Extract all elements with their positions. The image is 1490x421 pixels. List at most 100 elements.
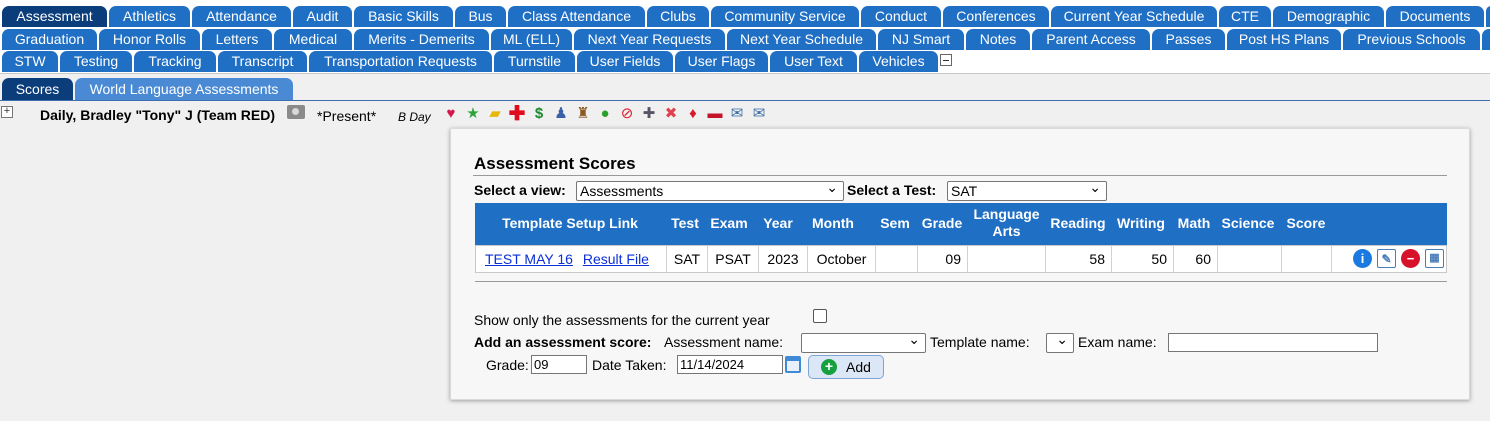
exam-name-label: Exam name: (1078, 334, 1157, 350)
cancel-icon[interactable]: ✖ (661, 104, 681, 124)
col-exam: Exam (710, 215, 748, 231)
tab-letters[interactable]: Letters (202, 29, 272, 50)
tab-user-fields[interactable]: User Fields (577, 51, 673, 72)
car-icon[interactable]: ▬ (705, 104, 725, 124)
tab-documents[interactable]: Documents (1386, 6, 1484, 27)
tab-graduation[interactable]: Graduation (2, 29, 97, 50)
tab-vehicles[interactable]: Vehicles (859, 51, 938, 72)
subtab-scores[interactable]: Scores (2, 78, 73, 100)
subtab-divider (0, 100, 1490, 101)
subtab-world-language-assessments[interactable]: World Language Assessments (75, 78, 293, 100)
assessment-scores-panel: Assessment Scores Select a view: Assessm… (450, 128, 1470, 400)
collapse-tabs-icon[interactable] (940, 54, 952, 66)
heart-icon[interactable]: ♥ (441, 104, 461, 124)
cell-test: SAT (667, 246, 708, 272)
col-writing: Writing (1117, 215, 1165, 231)
date-taken-field[interactable] (677, 355, 783, 374)
no-entry-icon[interactable]: ⊘ (617, 104, 637, 124)
star-icon[interactable]: ★ (463, 104, 483, 124)
tab-parent-access[interactable]: Parent Access (1032, 29, 1150, 50)
cell-year: 2023 (759, 246, 808, 272)
tab-tracking[interactable]: Tracking (134, 51, 216, 72)
tab-notes[interactable]: Notes (966, 29, 1030, 50)
tab-stw[interactable]: STW (2, 51, 58, 72)
tab-medical[interactable]: Medical (274, 29, 352, 50)
tab-user-flags[interactable]: User Flags (675, 51, 768, 72)
grade-date-row: Grade: Date Taken: + Add (486, 355, 986, 379)
delete-icon[interactable]: − (1401, 249, 1420, 268)
col-year: Year (763, 215, 793, 231)
expand-icon[interactable]: + (1, 106, 13, 118)
tab-turnstile[interactable]: Turnstile (494, 51, 575, 72)
speech-bubble-icon[interactable]: ● (595, 104, 615, 124)
medical-cross-icon[interactable]: ✚ (507, 104, 527, 124)
info-icon[interactable]: i (1353, 249, 1372, 268)
tab-overflow-2[interactable] (1482, 29, 1490, 50)
view-label: Select a view: (474, 182, 566, 198)
exam-name-field[interactable] (1168, 333, 1378, 352)
add-button[interactable]: + Add (808, 355, 884, 379)
module-tab-bar: Assessment Athletics Attendance Audit Ba… (0, 0, 1490, 74)
tab-assessment[interactable]: Assessment (2, 6, 107, 27)
date-picker-icon[interactable] (785, 356, 801, 373)
cell-reading: 58 (1046, 246, 1112, 272)
tab-post-hs-plans[interactable]: Post HS Plans (1227, 29, 1341, 50)
cell-template: TEST MAY 16 Result File (476, 246, 667, 272)
email-x-icon[interactable]: ✉ (749, 104, 769, 124)
email-check-icon[interactable]: ✉ (727, 104, 747, 124)
cell-grade: 09 (918, 246, 968, 272)
tab-bus[interactable]: Bus (455, 6, 506, 27)
tab-honor-rolls[interactable]: Honor Rolls (99, 29, 200, 50)
tab-attendance[interactable]: Attendance (192, 6, 291, 27)
template-name-select[interactable] (1046, 330, 1074, 353)
result-file-link[interactable]: Result File (583, 251, 649, 267)
tab-class-attendance[interactable]: Class Attendance (508, 6, 645, 27)
col-math: Math (1177, 215, 1211, 231)
tab-current-year-schedule[interactable]: Current Year Schedule (1051, 6, 1217, 27)
template-link[interactable]: TEST MAY 16 (485, 251, 573, 267)
camera-icon[interactable] (287, 105, 305, 119)
tab-audit[interactable]: Audit (293, 6, 352, 27)
tab-ml-ell[interactable]: ML (ELL) (491, 29, 572, 50)
dollar-icon[interactable]: $ (529, 104, 549, 124)
student-flag-icons: ♥ ★ ▰ ✚ $ ♟ ♜ ● ⊘ ✚ ✖ ♦ ▬ ✉ ✉ (441, 104, 769, 124)
cell-writing: 50 (1112, 246, 1174, 272)
folder-icon[interactable]: ▰ (485, 104, 505, 124)
tab-demographic[interactable]: Demographic (1273, 6, 1384, 27)
plus-icon[interactable]: ✚ (639, 104, 659, 124)
tab-merits-demerits[interactable]: Merits - Demerits (354, 29, 489, 50)
tab-user-text[interactable]: User Text (770, 51, 857, 72)
tab-basic-skills[interactable]: Basic Skills (354, 6, 453, 27)
cell-month: October (808, 246, 876, 272)
tab-clubs[interactable]: Clubs (647, 6, 709, 27)
tab-nj-smart[interactable]: NJ Smart (878, 29, 964, 50)
current-year-checkbox[interactable] (813, 309, 827, 323)
tab-conferences[interactable]: Conferences (943, 6, 1049, 27)
tab-next-year-requests[interactable]: Next Year Requests (574, 29, 725, 50)
tab-conduct[interactable]: Conduct (861, 6, 941, 27)
tab-athletics[interactable]: Athletics (109, 6, 190, 27)
plus-icon: + (821, 359, 837, 375)
tab-passes[interactable]: Passes (1152, 29, 1225, 50)
calendar-icon[interactable]: ▦ (1425, 249, 1444, 268)
tab-testing[interactable]: Testing (60, 51, 132, 72)
test-select[interactable]: SAT (947, 178, 1107, 201)
tab-cte[interactable]: CTE (1219, 6, 1271, 27)
student-name[interactable]: Daily, Bradley "Tony" J (Team RED) (40, 107, 275, 123)
title-divider (473, 175, 1447, 176)
edit-icon[interactable]: ✎ (1377, 249, 1396, 268)
tab-overflow[interactable] (1486, 6, 1490, 27)
tab-previous-schools[interactable]: Previous Schools (1343, 29, 1480, 50)
assessment-name-select[interactable] (801, 330, 926, 353)
add-assessment-row: Add an assessment score: Assessment name… (474, 330, 1454, 353)
person-icon[interactable]: ♟ (551, 104, 571, 124)
view-select[interactable]: Assessments (576, 178, 844, 201)
grade-field[interactable] (531, 355, 587, 374)
tab-community-service[interactable]: Community Service (711, 6, 859, 27)
tab-transportation-requests[interactable]: Transportation Requests (309, 51, 492, 72)
tab-next-year-schedule[interactable]: Next Year Schedule (727, 29, 876, 50)
card-icon[interactable]: ♦ (683, 104, 703, 124)
col-template-setup-link: Template Setup Link (502, 215, 638, 231)
tab-transcript[interactable]: Transcript (218, 51, 307, 72)
graduate-icon[interactable]: ♜ (573, 104, 593, 124)
